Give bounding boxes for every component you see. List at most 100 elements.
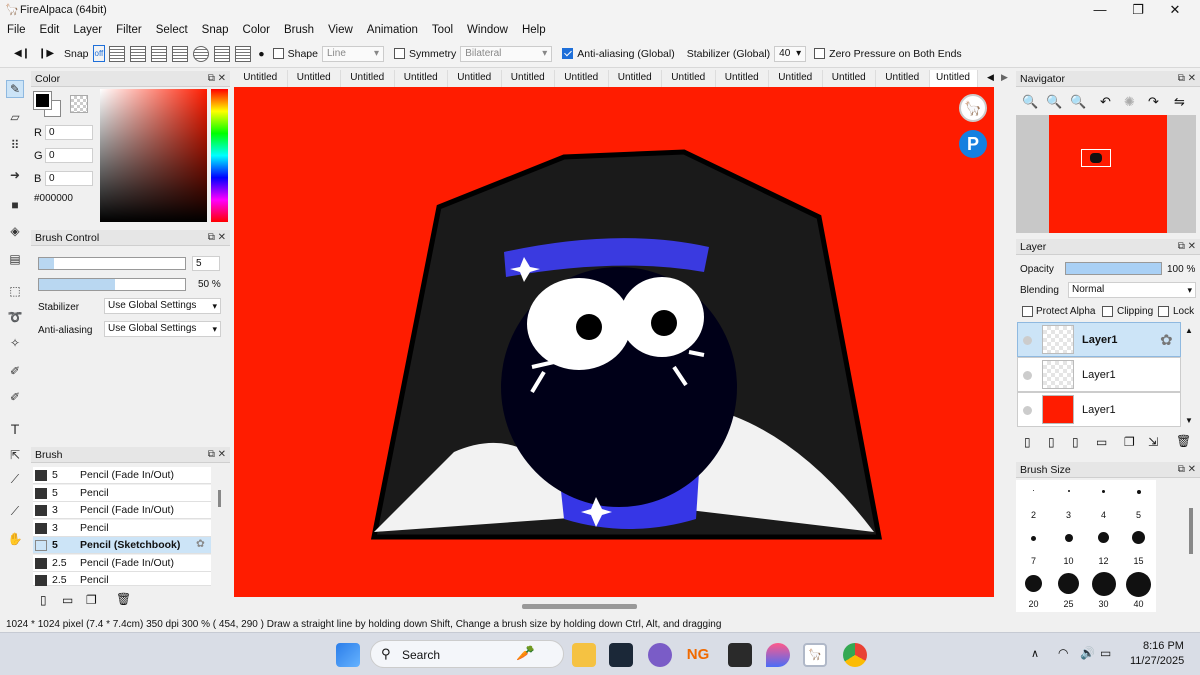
brush-item[interactable]: 3 Pencil [33,520,211,537]
brush-size-option[interactable] [1051,490,1086,492]
operation-tool-icon[interactable]: ⇱ [6,446,24,464]
snap-off-button[interactable]: off [92,45,106,62]
brush-item[interactable]: 5 Pencil (Fade In/Out) [33,467,211,484]
zoom-out-icon[interactable]: 🔍 [1046,94,1062,110]
snap-grid-icon[interactable] [235,45,252,62]
tab-untitled[interactable]: Untitled [502,70,555,87]
text-tool-icon[interactable]: T [6,420,24,438]
transparent-color-swatch[interactable] [70,95,88,113]
tab-untitled-active[interactable]: Untitled [929,70,978,87]
tabs-left-arrow-icon[interactable]: ◀ [987,72,994,83]
tabs-right-arrow-icon[interactable]: ▶ [1001,72,1008,83]
layer-scroll-down-icon[interactable]: ▼ [1185,416,1193,425]
tab-untitled[interactable]: Untitled [395,70,448,87]
new-layer-icon[interactable]: ▯ [1024,435,1031,449]
snap-perspective-icon[interactable] [151,45,168,62]
prev-frame-icon[interactable]: ◀❙ [14,48,30,59]
brush-size-option[interactable] [1121,490,1156,494]
magic-wand-tool-icon[interactable]: ✧ [6,334,24,352]
game-controller-icon[interactable] [648,643,672,667]
rotate-right-icon[interactable]: ↷ [1148,94,1159,110]
maximize-icon[interactable]: ❐ [1130,2,1146,18]
brush-list-scrollbar[interactable] [218,490,221,507]
brush-item-selected[interactable]: 5 Pencil (Sketchbook) ✿ [33,537,211,554]
visibility-icon[interactable] [1023,336,1032,345]
menu-color[interactable]: Color [236,24,277,36]
menu-snap[interactable]: Snap [195,24,236,36]
eyedropper-tool-icon[interactable]: ⟋ [6,502,24,520]
duplicate-brush-icon[interactable]: ❐ [86,593,97,607]
brush-item[interactable]: 2.5 Pencil (Fade In/Out) [33,555,211,572]
new-folder-icon[interactable]: ▭ [1096,435,1107,449]
drawing-canvas[interactable]: 🦙 P [234,87,994,597]
tab-untitled[interactable]: Untitled [555,70,609,87]
g-input[interactable]: 0 [45,148,93,163]
brush-size-scrollbar[interactable] [1189,508,1193,554]
zero-pressure-checkbox[interactable] [814,48,826,59]
visibility-icon[interactable] [1023,371,1032,380]
hue-slider[interactable] [211,89,228,222]
menu-select[interactable]: Select [149,24,195,36]
brush-size-option[interactable] [1121,572,1156,597]
eraser-tool-icon[interactable]: ▱ [6,108,24,126]
b-input[interactable]: 0 [45,171,93,186]
dot-tool-icon[interactable]: ⠿ [6,136,24,154]
select-tool-icon[interactable]: ⬚ [6,282,24,300]
clipping-checkbox[interactable] [1102,306,1113,317]
tab-untitled[interactable]: Untitled [876,70,930,87]
brush-size-option[interactable] [1051,534,1086,542]
blending-dropdown[interactable]: Normal [1068,282,1196,298]
shape-checkbox[interactable] [272,48,284,59]
snap-parallel-icon[interactable] [109,45,126,62]
brush-size-option[interactable] [1016,575,1051,592]
canvas-horizontal-scrollbar[interactable] [522,604,637,609]
stabilizer-dropdown[interactable]: Use Global Settings [104,298,221,314]
layer-opacity-slider[interactable] [1065,262,1162,275]
menu-help[interactable]: Help [515,24,553,36]
pixiv-icon[interactable]: P [959,130,987,158]
divide-tool-icon[interactable]: ⟋ [6,470,24,488]
krita-drop-icon[interactable] [766,643,790,667]
brush-size-option[interactable] [1121,531,1156,544]
gear-icon[interactable]: ✿ [1160,331,1173,349]
tab-untitled[interactable]: Untitled [769,70,823,87]
panel-controls-icon[interactable]: ⧉ ✕ [208,447,226,463]
gradient-tool-icon[interactable]: ▤ [6,250,24,268]
protect-alpha-checkbox[interactable] [1022,306,1033,317]
alpaca-logo-icon[interactable]: 🦙 [959,94,987,122]
menu-file[interactable]: File [0,24,33,36]
menu-layer[interactable]: Layer [66,24,109,36]
windows-start-icon[interactable] [336,643,360,667]
tab-untitled[interactable]: Untitled [609,70,662,87]
lock-checkbox[interactable] [1158,306,1169,317]
brush-size-input[interactable]: 5 [192,256,220,271]
rotate-reset-icon[interactable]: ✺ [1124,94,1135,110]
brush-size-option[interactable] [1051,573,1086,594]
fl-studio-icon[interactable] [728,643,752,667]
fill-rect-tool-icon[interactable]: ■ [6,196,24,214]
tab-untitled[interactable]: Untitled [341,70,395,87]
chevron-up-icon[interactable]: ∧ [1031,647,1039,660]
layer-row-selected[interactable]: Layer1 ✿ [1017,322,1181,357]
pen-tool-icon[interactable]: ✎ [6,80,24,98]
close-icon[interactable]: ✕ [1167,2,1183,18]
zoom-in-icon[interactable]: 🔍 [1022,94,1038,110]
layer-row[interactable]: Layer1 [1017,392,1181,427]
symmetry-checkbox[interactable] [394,48,405,59]
select-eraser-tool-icon[interactable]: ✐ [6,388,24,406]
hand-tool-icon[interactable]: ✋ [6,530,24,548]
snap-circle-icon[interactable] [193,45,210,62]
brush-size-option[interactable] [1016,490,1051,491]
symmetry-select[interactable]: Bilateral ▾ [460,45,553,62]
battery-icon[interactable]: ▭ [1100,646,1111,660]
stabilizer-select[interactable]: 40 ▾ [774,45,807,62]
chrome-icon[interactable] [843,643,867,667]
newgrounds-icon[interactable]: NG [686,643,710,667]
snap-crosshatch-icon[interactable] [130,45,147,62]
brush-size-option[interactable] [1086,490,1121,493]
lasso-tool-icon[interactable]: ➰ [6,308,24,326]
layer-scroll-up-icon[interactable]: ▲ [1185,326,1193,335]
new-1bit-layer-icon[interactable]: ▯ [1072,435,1079,449]
tab-untitled[interactable]: Untitled [823,70,876,87]
shape-select[interactable]: Line ▾ [322,45,384,62]
